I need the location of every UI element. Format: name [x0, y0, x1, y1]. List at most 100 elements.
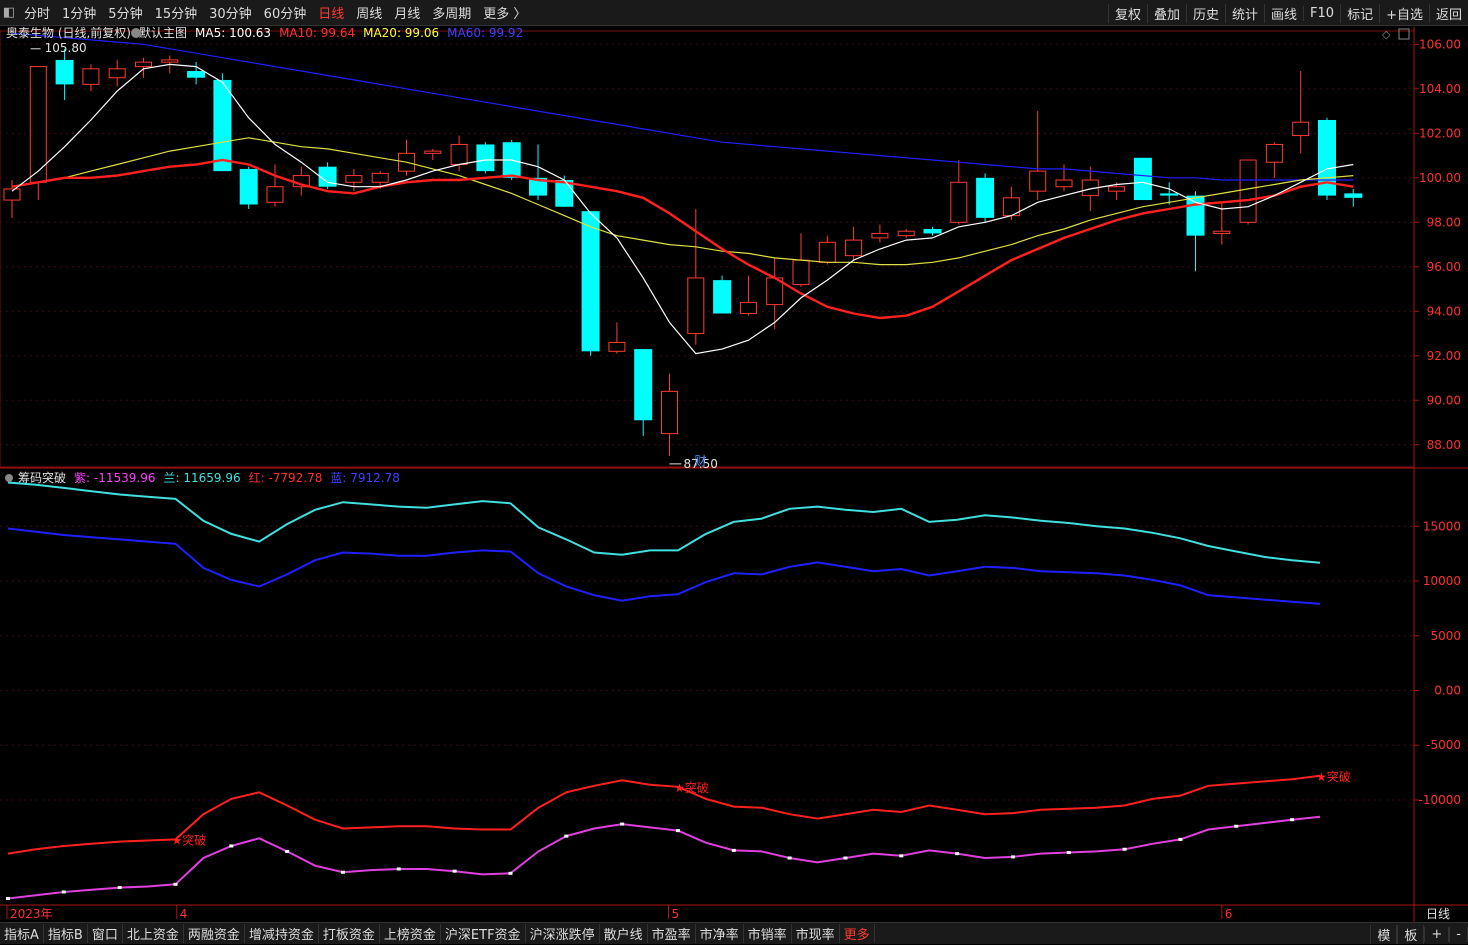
indicator-tab-11[interactable]: 市盈率 [648, 924, 696, 943]
indicator-tab-7[interactable]: 上榜资金 [380, 924, 441, 943]
toolbar-button-5[interactable]: F10 [1303, 5, 1340, 21]
candle-body [476, 144, 495, 172]
candle-body [1108, 186, 1126, 192]
ma60-line [11, 32, 1354, 181]
toolbar-button-7[interactable]: +自选 [1379, 3, 1429, 23]
indicator-tab-9[interactable]: 沪深涨跌停 [526, 924, 600, 943]
main-tick-label: 92.00 [1427, 349, 1461, 363]
candle-body [845, 239, 863, 257]
candle [476, 142, 495, 174]
time-label-apr: 4 [180, 907, 188, 921]
breakout-marker: ★突破 [171, 832, 206, 847]
candle-body [239, 168, 258, 205]
time-label-jun: 6 [1225, 907, 1233, 921]
candle-body [55, 59, 74, 85]
legend-ma20: MA20: 99.06 [363, 27, 439, 40]
candle-body [818, 241, 836, 263]
candle [1133, 157, 1152, 201]
toolbar-button-6[interactable]: 标记 [1340, 3, 1379, 23]
candle-body [739, 301, 757, 315]
period-tab-5[interactable]: 60分钟 [258, 3, 313, 22]
candle-body [950, 181, 968, 223]
indicator-tab-14[interactable]: 市现率 [792, 924, 840, 943]
period-tab-2[interactable]: 5分钟 [102, 3, 148, 22]
candle [29, 66, 47, 201]
candle-body [187, 71, 206, 78]
bottom-tool-0[interactable]: 模 [1370, 924, 1398, 944]
candle [950, 160, 968, 225]
indicator-menu-icon[interactable] [5, 474, 13, 482]
candle-body [213, 79, 232, 172]
toolbar-button-2[interactable]: 历史 [1185, 3, 1225, 23]
indicator-tab-3[interactable]: 北上资金 [123, 924, 184, 943]
indicator-tab-2[interactable]: 窗口 [88, 924, 123, 943]
candle-body [450, 143, 468, 165]
candle-body [29, 66, 47, 183]
candle-body [161, 59, 179, 63]
sub-series-dot [6, 897, 10, 901]
candle-body [1186, 195, 1205, 236]
sub-series-dot [173, 882, 178, 886]
legend-ma10: MA10: 99.64 [279, 27, 355, 40]
period-tab-4[interactable]: 30分钟 [203, 3, 258, 22]
bottom-tool-1[interactable]: 板 [1397, 924, 1425, 944]
toolbar-button-0[interactable]: 复权 [1107, 3, 1147, 23]
indicator-tab-15[interactable]: 更多 [840, 924, 875, 943]
main-tick-label: 90.00 [1427, 393, 1461, 407]
sub-series-dot [508, 871, 513, 875]
period-tab-7[interactable]: 周线 [350, 3, 388, 22]
indicator-tab-13[interactable]: 市销率 [744, 924, 792, 943]
period-tab-9[interactable]: 多周期 [426, 3, 477, 22]
toolbar-button-8[interactable]: 返回 [1428, 3, 1468, 23]
back-icon[interactable]: ◧ [0, 5, 18, 20]
indicator-tab-12[interactable]: 市净率 [696, 924, 744, 943]
main-tick-label: 104.00 [1419, 82, 1461, 96]
candle [82, 64, 100, 92]
legend-ma60: MA60: 99.92 [447, 27, 523, 40]
period-tab-10[interactable]: 更多 〉 [477, 3, 532, 22]
indicator-tab-1[interactable]: 指标B [44, 924, 88, 943]
sub-legend-name: 筹码突破 [18, 470, 66, 485]
right-toolbar: 复权 叠加 历史 统计 画线 F10 标记 +自选 返回 [1107, 0, 1468, 26]
candle [766, 257, 784, 330]
candle [897, 228, 915, 238]
period-tab-1[interactable]: 1分钟 [56, 3, 102, 22]
diamond-icon[interactable]: ◇ [1382, 28, 1391, 41]
period-tab-6[interactable]: 日线 [312, 3, 350, 22]
bottom-tool-3[interactable]: - [1449, 926, 1468, 942]
financial-report-marker[interactable]: 财 [695, 454, 707, 468]
candle [845, 226, 863, 261]
candle [871, 224, 889, 243]
indicator-tab-8[interactable]: 沪深ETF资金 [441, 924, 526, 943]
toolbar-button-3[interactable]: 统计 [1225, 3, 1264, 23]
top-toolbar: ◧ 分时 1分钟 5分钟 15分钟 30分钟 60分钟 日线 周线 月线 多周期 更多 〉 复权 叠加… [0, 0, 1468, 26]
candle-body [1133, 157, 1152, 201]
candle [581, 211, 600, 356]
candle [818, 235, 836, 265]
period-tab-8[interactable]: 月线 [388, 3, 426, 22]
toolbar-button-4[interactable]: 画线 [1264, 3, 1303, 23]
sub-legend-cyan: 兰: 11659.96 [163, 471, 240, 485]
sub-series-line [7, 815, 1321, 900]
period-tab-3[interactable]: 15分钟 [149, 3, 204, 22]
indicator-tab-10[interactable]: 散户线 [600, 924, 648, 943]
period-tab-0[interactable]: 分时 [18, 3, 56, 22]
sub-series-dot [452, 869, 457, 873]
candle [608, 322, 626, 354]
indicator-tab-5[interactable]: 增减持资金 [245, 924, 319, 943]
candle [1239, 159, 1257, 225]
sub-series-dot [61, 890, 66, 894]
candle [1029, 111, 1047, 201]
candle [345, 168, 363, 192]
ma10-line [11, 158, 1354, 320]
main-tick-label: 88.00 [1427, 438, 1461, 452]
toolbar-button-1[interactable]: 叠加 [1146, 3, 1186, 23]
time-label-year: 2023年 [10, 907, 53, 921]
indicator-tab-0[interactable]: 指标A [0, 924, 44, 943]
template-dropdown-icon[interactable] [131, 28, 141, 38]
candle [529, 144, 547, 201]
bottom-tool-2[interactable]: + [1424, 926, 1450, 942]
indicator-tab-4[interactable]: 两融资金 [184, 924, 245, 943]
indicator-tab-6[interactable]: 打板资金 [319, 924, 380, 943]
sub-series-dot [1066, 851, 1071, 855]
